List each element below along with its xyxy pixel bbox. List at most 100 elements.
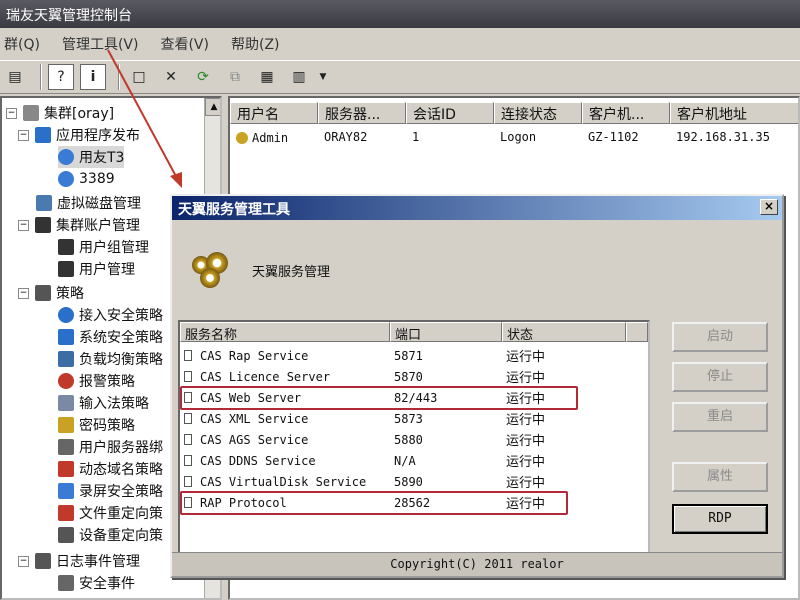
tree-node-password[interactable]: 密码策略 xyxy=(58,414,135,436)
column-header[interactable]: 服务器... xyxy=(318,102,406,124)
shield-icon xyxy=(58,329,74,345)
console-icon[interactable]: ▤ xyxy=(2,64,28,90)
session-list-header: 用户名 服务器... 会话ID 连接状态 客户机... 客户机地址 xyxy=(230,102,798,124)
stop-button[interactable]: 停止 xyxy=(672,362,768,392)
delete-icon[interactable]: ✕ xyxy=(158,64,184,90)
collapse-icon[interactable]: − xyxy=(6,107,17,119)
tree-node-user-server-binding[interactable]: 用户服务器绑 xyxy=(58,436,163,458)
window-title: 瑞友天翼管理控制台 xyxy=(0,0,800,28)
column-header[interactable]: 状态 xyxy=(502,322,626,343)
service-port: N/A xyxy=(394,453,416,468)
tree-node-screen-record[interactable]: 录屏安全策略 xyxy=(58,480,163,502)
tree-node-policies[interactable]: − 策略 xyxy=(18,282,84,304)
tree-node-user-groups[interactable]: 用户组管理 xyxy=(58,236,149,258)
service-row[interactable]: CAS XML Service 5873 运行中 xyxy=(180,408,622,429)
start-button[interactable]: 启动 xyxy=(672,322,768,352)
service-row[interactable]: CAS Licence Server 5870 运行中 xyxy=(180,366,622,387)
service-name: CAS Licence Server xyxy=(200,369,331,384)
tree-node-label: 集群[oray] xyxy=(44,106,115,122)
tree-node-cluster[interactable]: − 集群[oray] xyxy=(6,102,114,124)
app-icon xyxy=(58,149,74,165)
chevron-down-icon[interactable]: ▼ xyxy=(318,64,328,90)
view-columns-icon[interactable]: ▥ xyxy=(286,64,312,90)
tree-node-label: 录屏安全策略 xyxy=(79,484,163,500)
service-row[interactable]: CAS DDNS Service N/A 运行中 xyxy=(180,450,622,471)
restart-button[interactable]: 重启 xyxy=(672,402,768,432)
column-header[interactable]: 服务名称 xyxy=(180,322,390,343)
collapse-icon[interactable]: − xyxy=(18,287,29,299)
tree-node-security-events[interactable]: 安全事件 xyxy=(58,572,135,594)
scroll-up-icon[interactable]: ▲ xyxy=(205,98,220,116)
help-icon[interactable]: ? xyxy=(48,64,74,90)
service-row[interactable]: CAS VirtualDisk Service 5890 运行中 xyxy=(180,471,622,492)
network-icon xyxy=(58,351,74,367)
event-icon xyxy=(58,575,74,591)
refresh-icon[interactable]: ⟳ xyxy=(190,64,216,90)
service-row[interactable]: CAS AGS Service 5880 运行中 xyxy=(180,429,622,450)
table-row[interactable]: Admin ORAY82 1 Logon GZ-1102 192.168.31.… xyxy=(230,128,798,148)
tree-node-label: 日志事件管理 xyxy=(56,554,140,570)
service-status: 运行中 xyxy=(506,371,546,386)
info-icon[interactable]: i xyxy=(80,64,106,90)
menu-help[interactable]: 帮助(Z) xyxy=(227,34,284,54)
cluster-icon xyxy=(23,105,39,121)
collapse-icon[interactable]: − xyxy=(18,555,29,567)
tree-node-system-security[interactable]: 系统安全策略 xyxy=(58,326,163,348)
tree-node-cluster-accounts[interactable]: − 集群账户管理 xyxy=(18,214,140,236)
column-header[interactable]: 客户机地址 xyxy=(670,102,798,124)
menu-bar: 群(Q) 管理工具(V) 查看(V) 帮助(Z) xyxy=(0,28,800,60)
tree-node-label: 设备重定向策 xyxy=(79,528,163,544)
rdp-button[interactable]: RDP xyxy=(672,504,768,534)
column-header xyxy=(626,322,648,342)
device-icon xyxy=(58,527,74,543)
close-button[interactable]: × xyxy=(760,199,778,215)
menu-view[interactable]: 查看(V) xyxy=(156,34,213,54)
tree-node-virtual-disk[interactable]: 虚拟磁盘管理 xyxy=(36,192,141,214)
service-row[interactable]: CAS Rap Service 5871 运行中 xyxy=(180,345,622,366)
service-port: 5873 xyxy=(394,411,423,426)
service-status: 运行中 xyxy=(506,434,546,449)
service-port: 5880 xyxy=(394,432,423,447)
tree-node-device-redirect[interactable]: 设备重定向策 xyxy=(58,524,163,546)
new-icon[interactable]: □ xyxy=(126,64,152,90)
tree-node-app-publish[interactable]: − 应用程序发布 xyxy=(18,124,140,146)
users-icon xyxy=(35,217,51,233)
tree-node-ddns[interactable]: 动态域名策略 xyxy=(58,458,163,480)
highlight-box-rap-protocol xyxy=(180,491,568,515)
tree-node-label: 集群账户管理 xyxy=(56,218,140,234)
properties-button[interactable]: 属性 xyxy=(672,462,768,492)
menu-management-tools[interactable]: 管理工具(V) xyxy=(58,34,143,54)
column-header[interactable]: 客户机... xyxy=(582,102,670,124)
tree-node-input-method[interactable]: 输入法策略 xyxy=(58,392,149,414)
collapse-icon[interactable]: − xyxy=(18,129,29,141)
menu-cluster[interactable]: 群(Q) xyxy=(0,34,44,54)
tree-node-load-balance[interactable]: 负载均衡策略 xyxy=(58,348,163,370)
tree-node-label: 输入法策略 xyxy=(79,396,149,412)
tree-node-3389[interactable]: 3389 xyxy=(58,168,115,190)
user-group-icon xyxy=(58,239,74,255)
tree-node-file-redirect[interactable]: 文件重定向策 xyxy=(58,502,163,524)
service-icon xyxy=(184,476,192,487)
tree-node-label: 用户管理 xyxy=(79,262,135,278)
service-list: 服务名称 端口 状态 CAS Rap Service 5871 运行中 CAS Li… xyxy=(178,320,650,554)
column-header[interactable]: 端口 xyxy=(390,322,502,343)
collapse-icon[interactable]: − xyxy=(18,219,29,231)
column-header[interactable]: 会话ID xyxy=(406,102,494,124)
tree-node-access-security[interactable]: 接入安全策略 xyxy=(58,304,163,326)
tree-node-label: 用友T3 xyxy=(79,150,125,166)
column-header[interactable]: 连接状态 xyxy=(494,102,582,124)
tree-node-label: 策略 xyxy=(56,286,84,302)
table-cell: 1 xyxy=(412,130,420,144)
tree-node-event-logs[interactable]: − 日志事件管理 xyxy=(18,550,140,572)
tree-node-users[interactable]: 用户管理 xyxy=(58,258,135,280)
service-name: CAS Rap Service xyxy=(200,348,309,363)
tree-node-alarm[interactable]: 报警策略 xyxy=(58,370,135,392)
user-icon xyxy=(58,261,74,277)
tree-node-label: 3389 xyxy=(79,171,115,187)
tree-node-yonyou-t3[interactable]: 用友T3 xyxy=(58,146,125,168)
table-cell: Logon xyxy=(500,130,537,144)
copy-icon[interactable]: ⧉ xyxy=(222,64,248,90)
column-header[interactable]: 用户名 xyxy=(230,102,318,124)
globe-icon xyxy=(58,307,74,323)
properties-icon[interactable]: ▦ xyxy=(254,64,280,90)
